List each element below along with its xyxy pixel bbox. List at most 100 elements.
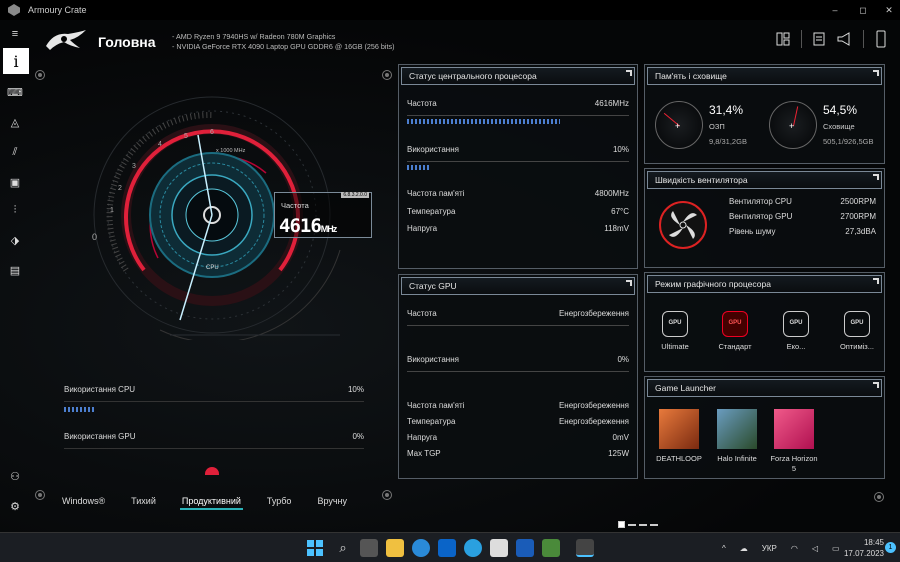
game-forza[interactable]: Forza Horizon 5 bbox=[770, 409, 818, 474]
chevron-up-icon[interactable]: ^ bbox=[722, 544, 726, 553]
word-icon[interactable] bbox=[516, 539, 534, 557]
armoury-icon[interactable]: ⫽ bbox=[5, 142, 25, 162]
layout-icon[interactable] bbox=[770, 28, 797, 50]
cpu-memfreq-value: 4800MHz bbox=[594, 189, 629, 198]
gauge-tick: 6 bbox=[210, 129, 214, 136]
mode-turbo[interactable]: Турбо bbox=[265, 492, 294, 510]
page-dot-active[interactable] bbox=[618, 521, 625, 528]
gpu-mode-eco[interactable]: GPU Еко... bbox=[770, 311, 822, 351]
maximize-button[interactable]: ◻ bbox=[850, 0, 876, 20]
mode-manual[interactable]: Вручну bbox=[315, 492, 349, 510]
file-explorer-icon[interactable] bbox=[386, 539, 404, 557]
mode-performance[interactable]: Продуктивний bbox=[179, 492, 243, 510]
corner-decor bbox=[382, 490, 392, 500]
snipping-icon[interactable] bbox=[542, 539, 560, 557]
corner-decor bbox=[35, 70, 45, 80]
menu-icon[interactable]: ≡ bbox=[5, 24, 25, 44]
edge-icon[interactable] bbox=[412, 539, 430, 557]
cloud-icon[interactable]: ☁ bbox=[740, 544, 748, 553]
gpu-mode-ultimate[interactable]: GPU Ultimate bbox=[649, 311, 701, 351]
plus-icon: + bbox=[789, 121, 795, 131]
aura-icon[interactable]: ◬ bbox=[5, 112, 25, 132]
start-icon[interactable] bbox=[306, 539, 324, 557]
gpu-volt-value: 0mV bbox=[612, 433, 629, 442]
ram-percent: 31,4% bbox=[709, 103, 744, 117]
gpu-mode-panel[interactable]: Режим графічного процесора GPU Ultimate G… bbox=[644, 272, 885, 372]
usage-track bbox=[64, 448, 364, 449]
home-info-icon[interactable]: i bbox=[3, 48, 29, 74]
storage-value: 505,1/926,5GB bbox=[823, 137, 874, 146]
volume-icon[interactable]: ◁ bbox=[812, 544, 818, 553]
wifi-icon[interactable]: ◠ bbox=[791, 544, 798, 553]
cpu-memfreq-row: Частота пам'яті 4800MHz bbox=[407, 189, 629, 201]
report-icon[interactable] bbox=[805, 28, 832, 50]
gpu-panel-title: Статус GPU bbox=[401, 277, 635, 295]
cpu-info: - AMD Ryzen 9 7940HS w/ Radeon 780M Grap… bbox=[172, 32, 336, 41]
gpu-icon: GPU bbox=[783, 311, 809, 337]
gpu-temp-row: Температура Енергозбереження bbox=[407, 417, 629, 429]
cpu-usage-bar bbox=[64, 407, 94, 412]
cpu-freq-value: 4616MHz bbox=[594, 99, 629, 108]
cpu-status-panel[interactable]: Статус центрального процесора Частота 461… bbox=[398, 64, 638, 269]
game-halo[interactable]: Halo Infinite bbox=[713, 409, 761, 464]
gpu-usage-label: Використання GPU bbox=[64, 432, 136, 441]
gauge-tick: 0 bbox=[92, 232, 97, 242]
language-indicator[interactable]: УКР bbox=[762, 544, 777, 553]
telegram-icon[interactable] bbox=[464, 539, 482, 557]
gpu-volt-row: Напруга 0mV bbox=[407, 433, 629, 445]
device-icon[interactable] bbox=[867, 28, 894, 50]
gauge-tick: 5 bbox=[184, 133, 188, 140]
fan-row: Вентилятор GPU 2700RPM bbox=[729, 212, 876, 224]
corner-decor bbox=[35, 490, 45, 500]
gpu-status-panel[interactable]: Статус GPU Частота Енергозбереження Викор… bbox=[398, 274, 638, 479]
window-title: Armoury Crate bbox=[28, 5, 87, 15]
clock[interactable]: 18:45 17.07.2023 bbox=[844, 537, 884, 559]
task-view-icon[interactable] bbox=[360, 539, 378, 557]
fan-speed-panel[interactable]: Швидкість вентилятора Вентилятор CPU 2500… bbox=[644, 168, 885, 268]
outlook-icon[interactable] bbox=[438, 539, 456, 557]
cpu-freq-row: Частота 4616MHz bbox=[407, 99, 629, 111]
gpu-mode-standard[interactable]: GPU Стандарт bbox=[709, 311, 761, 351]
settings-sliders-icon[interactable]: ⫶ bbox=[5, 200, 25, 220]
game-cover bbox=[659, 409, 699, 449]
page-dot[interactable] bbox=[639, 523, 647, 526]
gpu-mode-label: Стандарт bbox=[718, 342, 752, 351]
gauge-scale-label: x 1000 MHz bbox=[216, 148, 246, 154]
deals-tag-icon[interactable]: ⬗ bbox=[5, 230, 25, 250]
close-button[interactable]: ✕ bbox=[876, 0, 900, 20]
search-icon[interactable]: ⌕ bbox=[334, 539, 352, 557]
battery-icon[interactable]: ▭ bbox=[832, 544, 840, 553]
gpu-tgp-value: 125W bbox=[608, 449, 629, 458]
cpu-usage: Використання CPU 10% bbox=[64, 385, 364, 415]
cpu-temp-value: 67°C bbox=[611, 207, 629, 216]
cpu-usage-label: Використання CPU bbox=[64, 385, 136, 394]
news-icon[interactable]: ▤ bbox=[5, 260, 25, 280]
notion-icon[interactable] bbox=[490, 539, 508, 557]
page-dot[interactable] bbox=[650, 523, 658, 526]
ram-label: ОЗП bbox=[709, 122, 725, 131]
noise-label: Рівень шуму bbox=[729, 227, 776, 236]
header-divider bbox=[800, 30, 802, 48]
gpu-mode-optimized[interactable]: GPU Оптиміз... bbox=[831, 311, 883, 351]
cpu-usage-value: 10% bbox=[612, 145, 629, 154]
game-deathloop[interactable]: DEATHLOOP bbox=[655, 409, 703, 464]
game-launcher-panel[interactable]: Game Launcher DEATHLOOP Halo Infinite Fo… bbox=[644, 376, 885, 479]
mode-silent[interactable]: Тихий bbox=[129, 492, 158, 510]
memory-storage-panel[interactable]: Пам'ять і сховище + 31,4% ОЗП 9,8/31,2GB… bbox=[644, 64, 885, 164]
mode-windows[interactable]: Windows® bbox=[60, 492, 107, 510]
minimize-button[interactable]: – bbox=[822, 0, 848, 20]
armoury-crate-taskbar-icon[interactable] bbox=[576, 539, 594, 557]
app-main: ≡ i ⌨ ◬ ⫽ ▣ ⫶ ⬗ ▤ ⚇ ⚙ Головна - AMD Ryze… bbox=[0, 20, 900, 532]
freq-tag: 6.8.3.2.0.0 bbox=[341, 192, 369, 198]
settings-icon[interactable]: ⚙ bbox=[5, 496, 25, 516]
notification-badge[interactable]: 1 bbox=[885, 542, 896, 553]
cpu-usage-panel-bar bbox=[407, 165, 429, 170]
time: 18:45 bbox=[863, 538, 884, 547]
page-dot[interactable] bbox=[628, 523, 636, 526]
media-icon[interactable]: ▣ bbox=[5, 172, 25, 192]
page-title: Головна bbox=[98, 34, 156, 50]
fan-row: Вентилятор CPU 2500RPM bbox=[729, 197, 876, 209]
announcement-icon[interactable] bbox=[832, 28, 859, 50]
user-icon[interactable]: ⚇ bbox=[5, 466, 25, 486]
keyboard-icon[interactable]: ⌨ bbox=[5, 82, 25, 102]
